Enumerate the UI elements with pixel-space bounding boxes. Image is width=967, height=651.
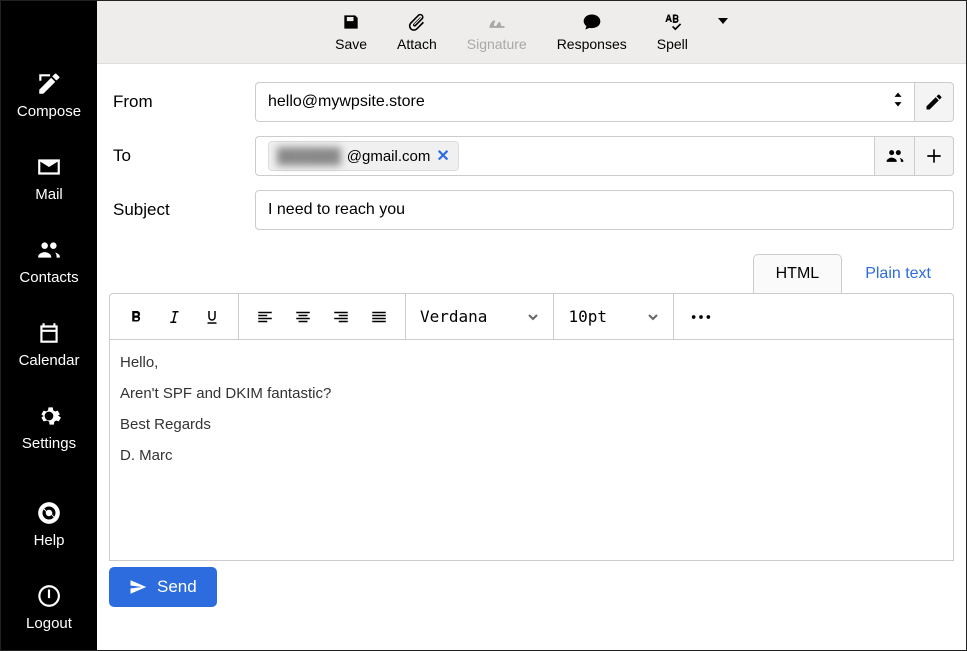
calendar-icon bbox=[36, 320, 62, 346]
from-select[interactable]: hello@mywpsite.store bbox=[255, 82, 914, 122]
sidebar-label: Logout bbox=[26, 615, 72, 632]
sidebar-item-mail[interactable]: Mail bbox=[35, 154, 63, 203]
editor-body[interactable]: Hello, Aren't SPF and DKIM fantastic? Be… bbox=[110, 340, 953, 560]
save-icon bbox=[340, 12, 362, 32]
send-icon bbox=[129, 578, 147, 596]
attach-button[interactable]: Attach bbox=[397, 12, 437, 52]
responses-button[interactable]: Responses bbox=[557, 12, 627, 52]
sidebar-label: Help bbox=[34, 532, 65, 549]
editor-toolbar: Verdana 10pt bbox=[110, 294, 953, 340]
align-center-icon bbox=[294, 308, 312, 326]
responses-icon bbox=[581, 12, 603, 32]
body-line: Aren't SPF and DKIM fantastic? bbox=[120, 385, 943, 402]
font-size-select[interactable]: 10pt bbox=[554, 294, 674, 339]
pencil-icon bbox=[924, 92, 944, 112]
caret-down-icon bbox=[718, 16, 728, 26]
send-button[interactable]: Send bbox=[109, 567, 217, 607]
align-center-button[interactable] bbox=[287, 301, 319, 333]
italic-button[interactable] bbox=[158, 301, 190, 333]
sidebar-item-contacts[interactable]: Contacts bbox=[19, 237, 78, 286]
mail-icon bbox=[36, 154, 62, 180]
tab-html[interactable]: HTML bbox=[753, 254, 843, 293]
recipient-chip[interactable]: ██████@gmail.com ✕ bbox=[268, 141, 459, 171]
align-right-icon bbox=[332, 308, 350, 326]
attach-icon bbox=[406, 12, 428, 32]
compose-toolbar: Save Attach Signature Responses Spell bbox=[97, 1, 966, 64]
compose-form: From hello@mywpsite.store To ██████@gm bbox=[97, 64, 966, 244]
to-label: To bbox=[109, 146, 255, 166]
toolbar-more-caret[interactable] bbox=[718, 12, 728, 52]
chevron-down-icon bbox=[647, 311, 659, 323]
remove-recipient-icon[interactable]: ✕ bbox=[436, 146, 449, 166]
compose-icon bbox=[36, 71, 62, 97]
rich-text-editor: Verdana 10pt Hello, Aren't SPF and DKIM … bbox=[109, 293, 954, 561]
align-justify-icon bbox=[370, 308, 388, 326]
body-line: Hello, bbox=[120, 354, 943, 371]
app-sidebar: Compose Mail Contacts Calendar Settings … bbox=[1, 1, 97, 650]
sidebar-item-help[interactable]: Help bbox=[34, 500, 65, 549]
save-button[interactable]: Save bbox=[335, 12, 367, 52]
contacts-icon bbox=[36, 237, 62, 263]
add-contact-button[interactable] bbox=[874, 136, 914, 176]
updown-icon bbox=[892, 93, 904, 112]
tab-plain-text[interactable]: Plain text bbox=[842, 254, 954, 293]
spell-icon bbox=[661, 12, 683, 32]
add-recipient-button[interactable] bbox=[914, 136, 954, 176]
editor-mode-tabs: HTML Plain text bbox=[97, 244, 966, 293]
spell-button[interactable]: Spell bbox=[657, 12, 688, 52]
plus-icon bbox=[924, 146, 944, 166]
subject-label: Subject bbox=[109, 200, 255, 220]
editor-more-button[interactable] bbox=[674, 308, 728, 325]
subject-input[interactable]: I need to reach you bbox=[255, 190, 954, 230]
sidebar-item-settings[interactable]: Settings bbox=[22, 403, 76, 452]
align-left-button[interactable] bbox=[249, 301, 281, 333]
chevron-down-icon bbox=[527, 311, 539, 323]
ellipsis-icon bbox=[690, 313, 712, 321]
contacts-picker-icon bbox=[885, 146, 905, 166]
sidebar-item-logout[interactable]: Logout bbox=[26, 583, 72, 632]
logout-icon bbox=[36, 583, 62, 609]
edit-identities-button[interactable] bbox=[914, 82, 954, 122]
bold-icon bbox=[127, 308, 145, 326]
signature-button: Signature bbox=[467, 12, 527, 52]
italic-icon bbox=[165, 308, 183, 326]
underline-icon bbox=[203, 308, 221, 326]
sidebar-label: Mail bbox=[35, 186, 63, 203]
sidebar-label: Calendar bbox=[19, 352, 80, 369]
bold-button[interactable] bbox=[120, 301, 152, 333]
align-left-icon bbox=[256, 308, 274, 326]
sidebar-label: Contacts bbox=[19, 269, 78, 286]
body-line: Best Regards bbox=[120, 416, 943, 433]
main-panel: Save Attach Signature Responses Spell Fr… bbox=[97, 1, 966, 650]
help-icon bbox=[36, 500, 62, 526]
from-label: From bbox=[109, 92, 255, 112]
body-line: D. Marc bbox=[120, 447, 943, 464]
sidebar-item-compose[interactable]: Compose bbox=[17, 71, 81, 120]
sidebar-item-calendar[interactable]: Calendar bbox=[19, 320, 80, 369]
sidebar-label: Settings bbox=[22, 435, 76, 452]
align-justify-button[interactable] bbox=[363, 301, 395, 333]
signature-icon bbox=[486, 12, 508, 32]
gear-icon bbox=[36, 403, 62, 429]
font-family-select[interactable]: Verdana bbox=[406, 294, 554, 339]
align-right-button[interactable] bbox=[325, 301, 357, 333]
to-input[interactable]: ██████@gmail.com ✕ bbox=[255, 136, 874, 176]
sidebar-label: Compose bbox=[17, 103, 81, 120]
underline-button[interactable] bbox=[196, 301, 228, 333]
